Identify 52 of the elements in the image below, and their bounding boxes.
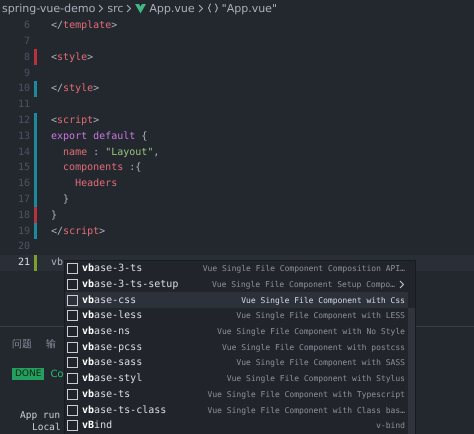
snippet-icon (67, 294, 78, 306)
code-text: } (62, 194, 70, 205)
code-text: </template> (51, 20, 118, 32)
suggestion-item[interactable]: vBind v-bind (65, 418, 408, 434)
chevron-icon (126, 4, 132, 13)
terminal-text: Local (32, 422, 61, 434)
breadcrumb-item[interactable]: "App.vue" (222, 2, 278, 15)
suggestion-item[interactable]: vbase-3-ts-setup Vue Single File Component Setup Compo… (65, 276, 408, 292)
suggestion-item[interactable]: vbase-styl Vue Single File Component with Stylus (65, 370, 408, 386)
terminal-text: App run (20, 410, 60, 422)
code-text: <script> (51, 114, 100, 126)
code-text: </script> (51, 226, 106, 236)
panel-tab[interactable]: 输 (46, 337, 56, 354)
chevron-icon[interactable] (399, 280, 405, 290)
task-text: Co (50, 368, 64, 380)
suggestion-item[interactable]: vbase-ns Vue Single File Component with No Style (65, 324, 408, 340)
suggestion-item[interactable]: vbase-ts-class Vue Single File Component with Class bas… (65, 402, 408, 418)
braces-icon (206, 3, 219, 14)
code-text: name : "Layout", (62, 146, 160, 158)
snippet-icon (67, 404, 78, 416)
chevron-icon (198, 4, 204, 13)
snippet-icon (67, 420, 78, 432)
code-text: vb (51, 257, 64, 268)
panel-tab[interactable]: 问题 (12, 337, 32, 354)
suggestion-item[interactable]: vbase-less Vue Single File Component with LESS (65, 308, 408, 324)
scrollbar-thumb[interactable] (408, 308, 415, 434)
snippet-icon (67, 310, 78, 322)
suggestion-item[interactable]: vbase-sass Vue Single File Component with SASS (65, 355, 408, 371)
code-text: Headers (74, 178, 118, 190)
snippet-icon (67, 357, 78, 368)
code-text: export default { (51, 130, 148, 142)
snippet-icon (67, 326, 78, 338)
snippet-icon (67, 342, 78, 353)
status-badge: DONE (12, 368, 44, 380)
suggestion-item[interactable]: vbase-3-ts Vue Single File Component Composition API… (65, 261, 408, 277)
vue-logo-icon (135, 2, 146, 14)
line-number: 21 (16, 257, 30, 268)
breadcrumb-item[interactable]: App.vue (149, 2, 195, 15)
code-text: </style> (51, 83, 100, 94)
suggestion-item[interactable]: vbase-css Vue Single File Component with Css (65, 292, 408, 308)
code-text: <style> (51, 52, 94, 63)
snippet-icon (67, 279, 78, 290)
suggestion-item[interactable]: vbase-pcss Vue Single File Component with postcss (65, 339, 408, 356)
code-text: } (51, 210, 58, 221)
breadcrumb-item[interactable]: spring-vue-demo (2, 2, 96, 15)
snippet-icon (67, 373, 78, 384)
chevron-icon (98, 4, 104, 13)
suggestion-item[interactable]: vbase-ts Vue Single File Component with Typescript (65, 386, 408, 402)
code-text: components :{ (62, 162, 142, 174)
breadcrumb-item[interactable]: src (107, 2, 124, 15)
snippet-icon (67, 388, 78, 400)
snippet-icon (67, 263, 78, 274)
